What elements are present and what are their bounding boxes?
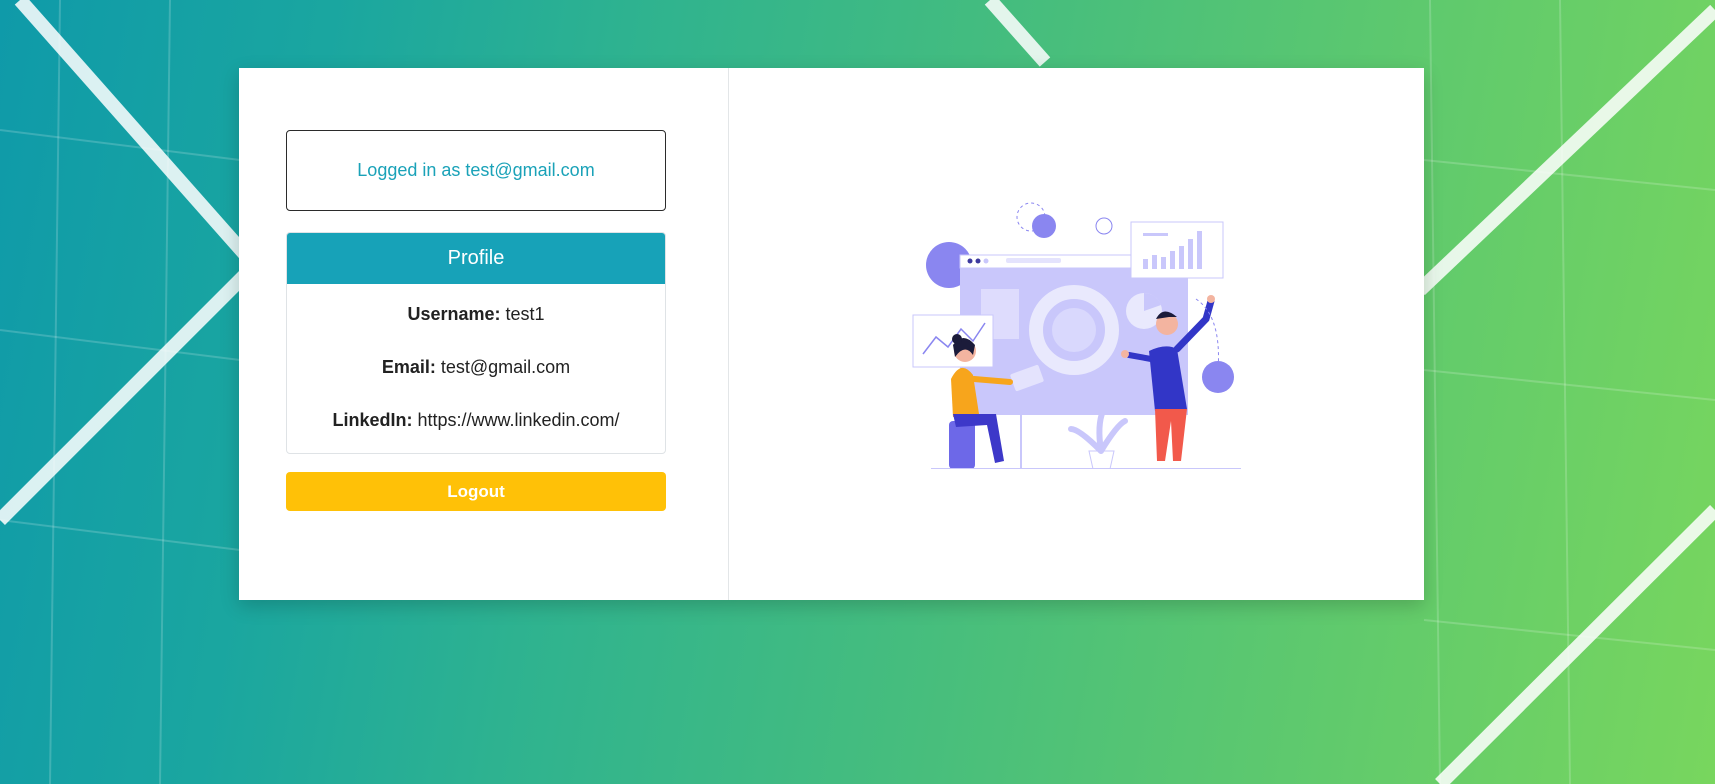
email-value: test@gmail.com xyxy=(440,357,571,377)
linkedin-label: LinkedIn: xyxy=(332,410,413,430)
login-status-text: Logged in as test@gmail.com xyxy=(357,160,595,180)
username-value: test1 xyxy=(505,304,545,324)
profile-header: Profile xyxy=(287,233,665,284)
username-row: Username: test1 xyxy=(287,304,665,325)
main-card: Logged in as test@gmail.com Profile User… xyxy=(239,68,1424,600)
analytics-team-illustration-icon xyxy=(912,202,1241,469)
logout-button[interactable]: Logout xyxy=(286,472,666,511)
profile-card: Profile Username: test1 Email: test@gmai… xyxy=(286,232,666,454)
account-panel: Logged in as test@gmail.com Profile User… xyxy=(239,68,729,600)
login-status-box: Logged in as test@gmail.com xyxy=(286,130,666,211)
profile-title: Profile xyxy=(447,247,505,269)
illustration-panel xyxy=(729,68,1424,600)
profile-body: Username: test1 Email: test@gmail.com Li… xyxy=(287,284,665,453)
username-label: Username: xyxy=(407,304,501,324)
email-row: Email: test@gmail.com xyxy=(287,357,665,378)
linkedin-value: https://www.linkedin.com/ xyxy=(417,410,620,430)
linkedin-row: LinkedIn: https://www.linkedin.com/ xyxy=(287,410,665,431)
email-label: Email: xyxy=(381,357,436,377)
